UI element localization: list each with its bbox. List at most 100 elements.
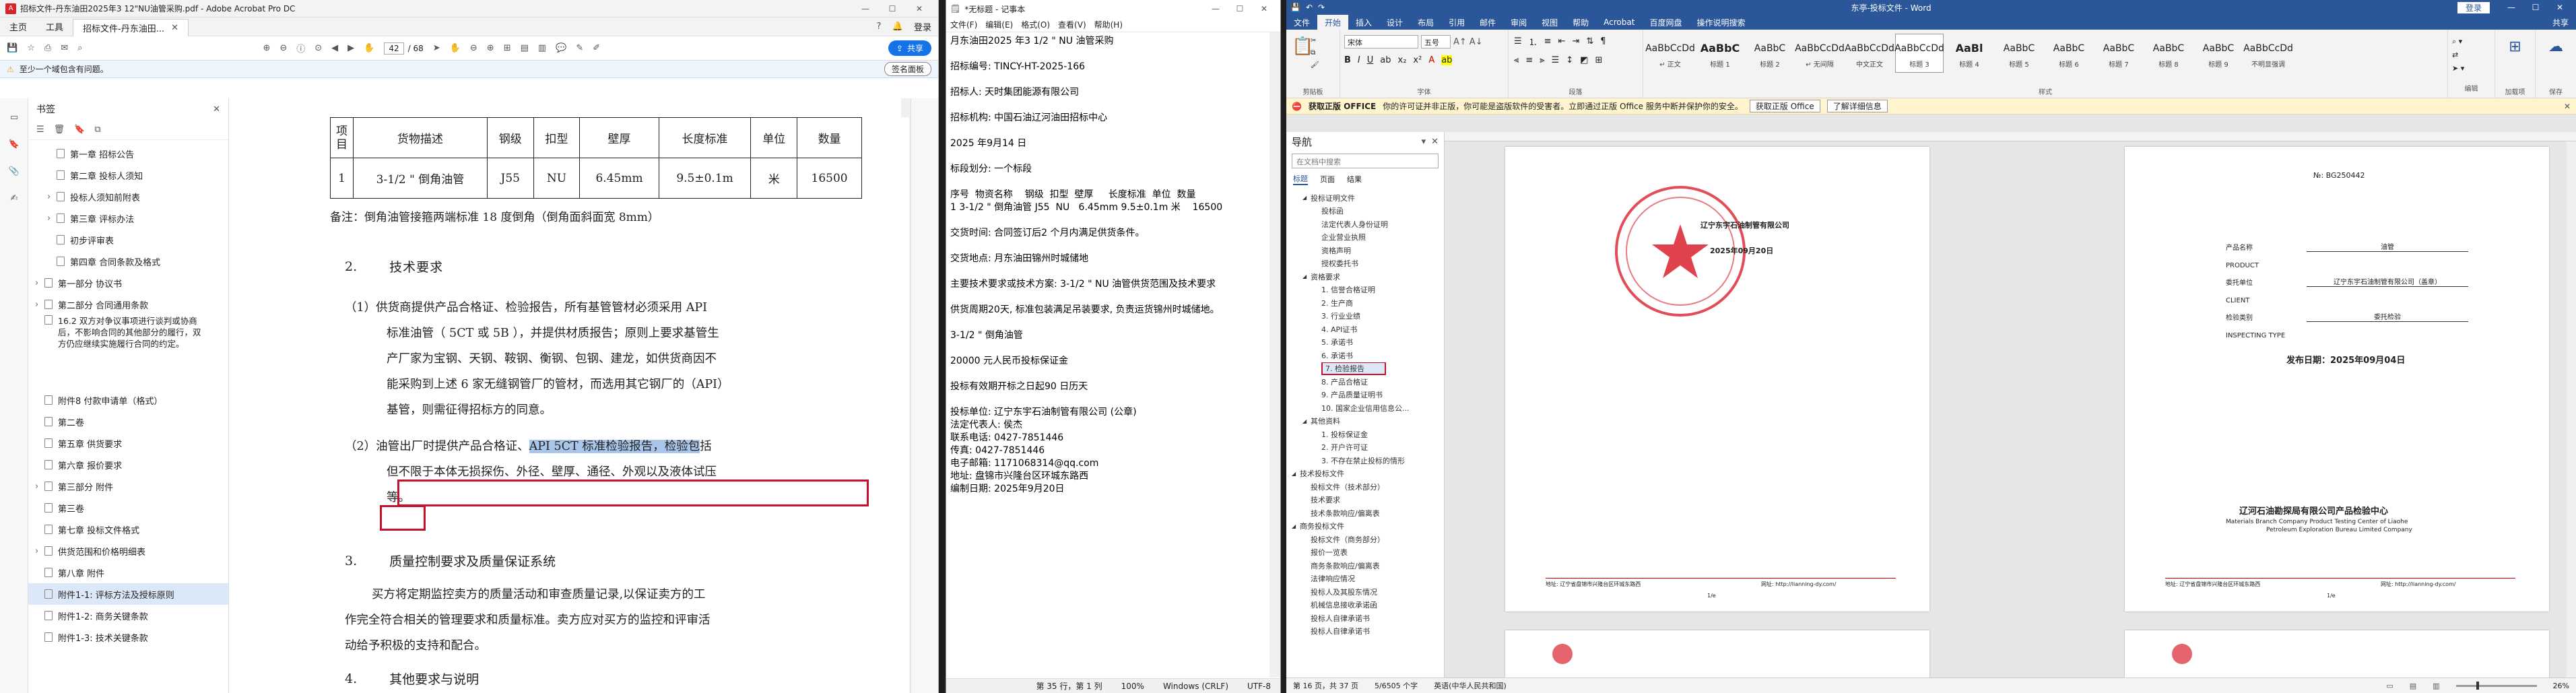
- style-item[interactable]: AaBl 标题 4: [1945, 34, 1993, 73]
- line-spacing-icon[interactable]: ↕: [1566, 55, 1573, 65]
- nav-heading-item[interactable]: 1. 投标保证金: [1292, 428, 1444, 441]
- bookmark-item[interactable]: 第四章 合同条款及格式: [28, 251, 228, 272]
- align-right-icon[interactable]: ⫸: [1540, 55, 1544, 65]
- ribbon-tab[interactable]: 引用: [1441, 15, 1472, 30]
- minimize-icon[interactable]: —: [852, 4, 879, 13]
- expand-arrow-icon[interactable]: ›: [35, 546, 44, 556]
- nav-heading-item[interactable]: 法定代表人身份证明: [1292, 218, 1444, 231]
- bookmarks-panel-icon[interactable]: 🔖: [0, 131, 28, 158]
- bookmark-item[interactable]: 初步评审表: [28, 229, 228, 251]
- bookmark-item[interactable]: 第一章 招标公告: [28, 143, 228, 164]
- multilevel-icon[interactable]: ≡: [1544, 36, 1552, 46]
- nav-heading-item[interactable]: 资格声明: [1292, 244, 1444, 257]
- next-page-icon[interactable]: ⊙: [315, 43, 322, 53]
- cursor-icon[interactable]: ⊕: [263, 43, 270, 53]
- bookmark-item[interactable]: › 第三部分 附件: [28, 475, 228, 497]
- nav-heading-item[interactable]: 5. 承诺书: [1292, 336, 1444, 350]
- copy-icon[interactable]: ⧉: [1311, 47, 1319, 59]
- attachments-icon[interactable]: 📎: [0, 158, 28, 185]
- ribbon-tab[interactable]: 开始: [1317, 15, 1349, 30]
- tab-tools[interactable]: 工具: [36, 18, 73, 36]
- nav-close-icon[interactable]: ✕: [1431, 137, 1439, 147]
- style-item[interactable]: AaBbC 标题 1: [1696, 34, 1744, 73]
- close-icon[interactable]: ✕: [906, 4, 933, 13]
- nav-heading-item[interactable]: 9. 产品质量证明书: [1292, 389, 1444, 402]
- style-item[interactable]: AaBbCcDd 标题 3: [1894, 34, 1944, 73]
- bookmark-item[interactable]: 第三卷: [28, 497, 228, 519]
- nav-search-input[interactable]: 在文档中搜索: [1292, 154, 1439, 168]
- learn-more-button[interactable]: 了解详细信息: [1826, 100, 1888, 112]
- prev-page-icon[interactable]: ⓘ: [296, 42, 305, 55]
- nav-heading-item[interactable]: 8. 产品合格证: [1292, 375, 1444, 389]
- show-marks-icon[interactable]: ¶: [1600, 36, 1606, 46]
- nav-heading-item[interactable]: 3. 行业业绩: [1292, 310, 1444, 323]
- menu-format[interactable]: 格式(O): [1021, 19, 1050, 30]
- print-icon[interactable]: ⎙: [44, 43, 51, 53]
- word-signin[interactable]: 登录: [2457, 1, 2490, 13]
- maximize-icon[interactable]: ☐: [879, 4, 906, 13]
- expand-arrow-icon[interactable]: ◢: [1292, 523, 1300, 529]
- save-icon[interactable]: 💾: [7, 43, 18, 53]
- last-page-icon[interactable]: ▶: [348, 43, 354, 53]
- bookmark-item[interactable]: 附件1-2: 商务关键条款: [28, 605, 228, 626]
- bold-icon[interactable]: B: [1344, 55, 1351, 65]
- nav-heading-item[interactable]: 企业营业执照: [1292, 231, 1444, 244]
- hand-tool-icon[interactable]: ✋: [450, 43, 461, 53]
- decrease-indent-icon[interactable]: ⇤: [1558, 36, 1566, 46]
- style-item[interactable]: AaBbC 标题 7: [2094, 34, 2143, 73]
- close-tab-icon[interactable]: ✕: [171, 23, 178, 33]
- nav-heading-item[interactable]: 6. 承诺书: [1292, 349, 1444, 362]
- find-icon[interactable]: ⌕ ▾: [2452, 35, 2490, 48]
- share-button[interactable]: 共享: [2545, 15, 2576, 30]
- ribbon-tab[interactable]: 插入: [1348, 15, 1379, 30]
- nav-heading-item[interactable]: 投标文件（商务部分）: [1292, 533, 1444, 546]
- shading-icon[interactable]: ◩: [1580, 55, 1588, 65]
- new-bookmark-icon[interactable]: 🔖: [74, 125, 85, 135]
- style-item[interactable]: AaBbC 标题 5: [1995, 34, 2043, 73]
- expand-arrow-icon[interactable]: ◢: [1292, 471, 1300, 477]
- superscript-icon[interactable]: x²: [1413, 55, 1422, 65]
- italic-icon[interactable]: I: [1358, 55, 1360, 65]
- ribbon-tab[interactable]: 视图: [1534, 15, 1565, 30]
- first-page-icon[interactable]: ◀: [331, 43, 338, 53]
- cut-icon[interactable]: ✂: [1311, 35, 1319, 47]
- borders-icon[interactable]: ⊞: [1595, 55, 1602, 65]
- addins-icon[interactable]: ⊞: [2495, 30, 2535, 63]
- expand-arrow-icon[interactable]: ›: [35, 300, 44, 310]
- select-tool-icon[interactable]: ➤: [433, 43, 440, 53]
- increase-indent-icon[interactable]: ⇥: [1572, 36, 1579, 46]
- bookmark-item[interactable]: 第七章 投标文件格式: [28, 519, 228, 540]
- page-up-icon[interactable]: ⊖: [279, 43, 287, 53]
- expand-arrow-icon[interactable]: ›: [47, 192, 57, 202]
- undo-icon[interactable]: ↶: [1306, 3, 1313, 12]
- nav-heading-item[interactable]: 技术条款响应/偏离表: [1292, 506, 1444, 520]
- strikethrough-icon[interactable]: ab: [1380, 55, 1391, 65]
- nav-heading-item[interactable]: 投标文件（技术部分）: [1292, 480, 1444, 494]
- bookmark-item[interactable]: › 供货范围和价格明细表: [28, 540, 228, 562]
- zoom-in-icon[interactable]: ⊕: [487, 43, 494, 53]
- redo-icon[interactable]: ↷: [1318, 3, 1325, 12]
- highlight-icon[interactable]: ✐: [593, 43, 600, 53]
- ribbon-tab[interactable]: 文件: [1286, 15, 1317, 30]
- bookmark-item[interactable]: 附件1-3: 技术关键条款: [28, 626, 228, 648]
- pages-icon[interactable]: ▭: [0, 104, 28, 131]
- sort-icon[interactable]: ⇅: [1586, 36, 1593, 46]
- nav-heading-item[interactable]: 7. 检验报告: [1292, 362, 1444, 375]
- bookmark-item[interactable]: 第二章 投标人须知: [28, 164, 228, 186]
- underline-icon[interactable]: U: [1367, 55, 1374, 65]
- minimize-icon[interactable]: —: [2499, 3, 2523, 12]
- web-layout-icon[interactable]: ▥: [2433, 682, 2439, 690]
- read-mode-icon[interactable]: ▭: [2386, 682, 2393, 690]
- menu-help[interactable]: 帮助(H): [1094, 19, 1123, 30]
- nav-heading-item[interactable]: 法律响应情况: [1292, 572, 1444, 586]
- pen-icon[interactable]: ✎: [576, 43, 583, 53]
- ribbon-tab[interactable]: 邮件: [1472, 15, 1503, 30]
- comment-icon[interactable]: 💬: [556, 43, 566, 53]
- scroll-mode-icon[interactable]: ▤: [521, 43, 529, 53]
- nav-heading-item[interactable]: 机械信息接收承诺函: [1292, 599, 1444, 612]
- tab-document[interactable]: 招标文件-丹东油田... ✕: [73, 18, 189, 36]
- zoom-slider[interactable]: [2455, 681, 2537, 690]
- nav-heading-item[interactable]: ◢ 资格要求: [1292, 270, 1444, 284]
- bullets-icon[interactable]: ☰: [1514, 36, 1522, 46]
- expand-arrow-icon[interactable]: ›: [47, 213, 57, 224]
